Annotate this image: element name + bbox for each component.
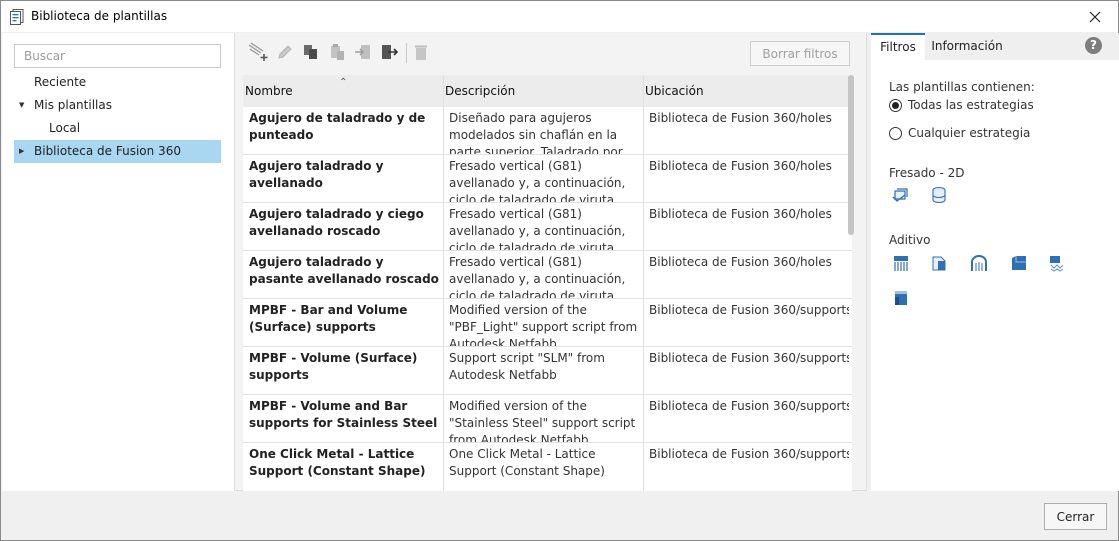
cell-name: Agujero taladrado y pasante avellanado r… [249,255,439,286]
option-any-strategy[interactable]: Cualquier estrategia [889,124,1030,142]
export-icon[interactable] [379,42,399,62]
additive-support-bar-icon[interactable] [891,253,911,273]
tree-item-my-templates[interactable]: ▼ Mis plantillas [14,94,221,117]
column-divider [643,75,644,491]
tree-item-label: Local [49,121,81,135]
panel-tabs: Filtros Información ? [871,33,1119,60]
cell-name: Agujero taladrado y ciego avellanado ros… [249,207,424,238]
bore-icon[interactable] [929,185,949,205]
tree-item-fusion-library[interactable]: ▶ Biblioteca de Fusion 360 [14,140,221,163]
edit-icon[interactable] [275,42,295,62]
additive-lattice-support-icon[interactable] [1047,253,1067,273]
section-milling-2d: Fresado - 2D [889,166,965,180]
cell-description: Modified version of the "PBF_Light" supp… [449,303,638,346]
cell-name: MPBF - Bar and Volume (Surface) supports [249,303,408,334]
tree-item-recent[interactable]: Reciente [14,71,221,94]
new-template-icon[interactable] [247,42,271,62]
close-button[interactable]: Cerrar [1044,503,1107,530]
table-row[interactable]: One Click Metal - Lattice Support (Const… [243,443,852,491]
cell-location: Biblioteca de Fusion 360/holes [649,111,832,125]
additive-volume-support-icon[interactable] [891,287,911,307]
radio-selected[interactable] [889,98,902,112]
cell-description: Diseñado para agujeros modelados sin cha… [449,111,623,154]
close-icon [1089,11,1101,22]
cell-description: Support script "SLM" from Autodesk Netfa… [449,351,605,382]
radio-unselected[interactable] [889,126,902,140]
cell-description: Fresado vertical (G81) avellanado y, a c… [449,207,626,250]
clear-filters-button[interactable]: Borrar filtros [750,41,850,66]
tab-filters[interactable]: Filtros [871,33,925,60]
window-title: Biblioteca de plantillas [31,9,168,23]
cell-location: Biblioteca de Fusion 360/supports [649,399,849,413]
table-row[interactable]: MPBF - Volume (Surface) supports Support… [243,347,852,395]
copy-icon[interactable] [301,42,321,62]
tab-information[interactable]: Información [927,33,1007,60]
column-header-location[interactable]: Ubicación [643,75,852,107]
table-row[interactable]: Agujero de taladrado y de punteado Diseñ… [243,107,852,155]
table-row[interactable]: Agujero taladrado y pasante avellanado r… [243,251,852,299]
cell-location: Biblioteca de Fusion 360/holes [649,207,832,221]
sort-ascending-icon: ⌃ [339,77,348,88]
column-header-name[interactable]: ⌃ Nombre [243,75,443,107]
tree-item-label: Mis plantillas [34,98,112,112]
table-header: ⌃ Nombre Descripción Ubicación [243,75,852,107]
additive-arch-support-icon[interactable] [969,253,989,273]
column-divider [443,75,444,491]
vertical-scrollbar[interactable] [848,75,854,235]
option-all-strategies[interactable]: Todas las estrategias [889,96,1034,114]
search-input[interactable] [14,44,221,68]
cell-description: One Click Metal - Lattice Support (Const… [449,447,605,478]
window-close-button[interactable] [1072,1,1118,32]
delete-icon[interactable] [411,42,431,62]
option-label: Todas las estrategias [908,98,1034,112]
tree-item-label: Reciente [34,75,87,89]
column-header-description[interactable]: Descripción [443,75,643,107]
table-row[interactable]: MPBF - Volume and Bar supports for Stain… [243,395,852,443]
additive-block-support-icon[interactable] [1009,253,1029,273]
table-row[interactable]: Agujero taladrado y avellanado Fresado v… [243,155,852,203]
templates-panel: Borrar filtros ⌃ Nombre Descripción Ubic… [234,33,867,491]
cell-location: Biblioteca de Fusion 360/holes [649,159,832,173]
tree-item-label: Biblioteca de Fusion 360 [34,144,181,158]
cell-location: Biblioteca de Fusion 360/supports [649,447,849,461]
cell-description: Modified version of the "Stainless Steel… [449,399,636,442]
toolbar-divider [406,43,407,63]
collapsed-arrow-icon[interactable]: ▶ [19,140,24,163]
title-bar: Biblioteca de plantillas [1,1,1118,32]
cell-description: Fresado vertical (G81) avellanado y, a c… [449,159,626,202]
import-icon[interactable] [353,42,373,62]
templates-table: ⌃ Nombre Descripción Ubicación Agujero d… [243,75,852,491]
cell-location: Biblioteca de Fusion 360/supports [649,303,849,317]
paste-icon[interactable] [327,42,347,62]
cell-name: One Click Metal - Lattice Support (Const… [249,447,426,478]
cell-name: Agujero taladrado y avellanado [249,159,384,190]
cell-name: Agujero de taladrado y de punteado [249,111,426,142]
additive-solid-support-icon[interactable] [929,253,949,273]
template-library-icon [10,9,24,25]
cell-location: Biblioteca de Fusion 360/holes [649,255,832,269]
table-row[interactable]: MPBF - Bar and Volume (Surface) supports… [243,299,852,347]
section-additive: Aditivo [889,233,931,247]
cell-location: Biblioteca de Fusion 360/supports [649,351,849,365]
cell-description: Fresado vertical (G81) avellanado y, a c… [449,255,626,298]
adaptive-clearing-icon[interactable] [891,185,911,205]
scrollbar-thumb[interactable] [848,75,854,235]
tree-item-local[interactable]: Local [14,117,221,140]
cell-name: MPBF - Volume (Surface) supports [249,351,418,382]
templates-contain-label: Las plantillas contienen: [889,80,1035,94]
table-row[interactable]: Agujero taladrado y ciego avellanado ros… [243,203,852,251]
library-tree-panel: Reciente ▼ Mis plantillas Local ▶ Biblio… [2,33,234,491]
help-icon[interactable]: ? [1085,37,1102,54]
filter-panel: Filtros Información ? Las plantillas con… [871,33,1119,491]
template-library-dialog: Biblioteca de plantillas Reciente ▼ Mis … [0,0,1119,541]
cell-name: MPBF - Volume and Bar supports for Stain… [249,399,438,430]
expanded-arrow-icon[interactable]: ▼ [19,94,24,117]
option-label: Cualquier estrategia [908,126,1031,140]
